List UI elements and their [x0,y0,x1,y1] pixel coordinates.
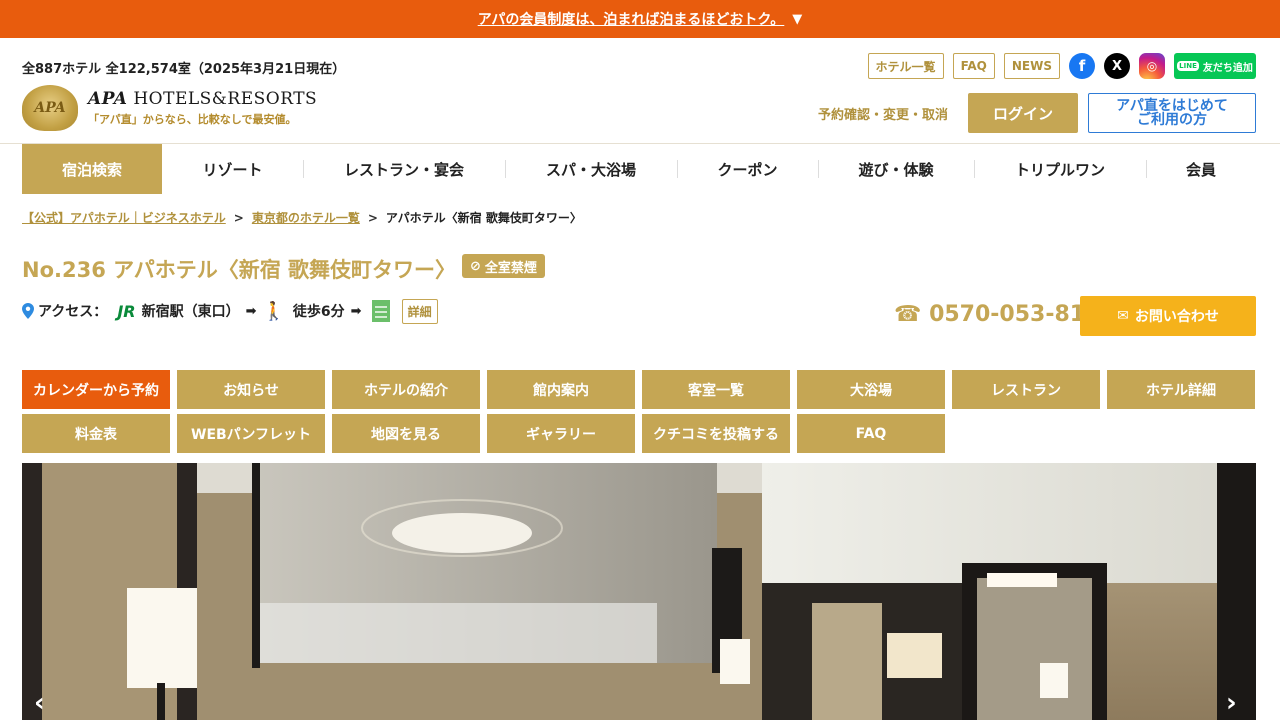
nav-stay-search[interactable]: 宿泊検索 [22,144,162,194]
tab-news[interactable]: お知らせ [177,370,325,409]
phone-number[interactable]: ☎ 0570-053-811 [894,302,1100,327]
contact-label: お問い合わせ [1134,309,1219,325]
triangle-down-icon: ▼ [792,11,803,27]
no-smoking-label: 全室禁煙 [484,260,537,276]
nav-member[interactable]: 会員 [1146,144,1256,194]
member-banner[interactable]: アパの会員制度は、泊まれば泊まるほどおトク。 ▼ [0,0,1280,38]
apa-emblem-icon: APA [22,85,78,131]
tab-web-pamphlet[interactable]: WEBパンフレット [177,414,325,453]
reservation-link[interactable]: 予約確認・変更・取消 [818,104,948,123]
hotel-list-link[interactable]: ホテル一覧 [867,53,944,79]
page-title: No.236 アパホテル〈新宿 歌舞伎町タワー〉 [22,258,457,282]
x-icon[interactable]: X [1104,53,1130,79]
nav-coupon[interactable]: クーポン [677,144,818,194]
jr-logo-icon: JR [117,301,136,321]
faq-link[interactable]: FAQ [952,53,995,79]
tab-gallery[interactable]: ギャラリー [487,414,635,453]
brand-tagline: 「アパ直」からなら、比較なしで最安値。 [88,113,297,126]
nav-spa[interactable]: スパ・大浴場 [505,144,677,194]
access-detail-button[interactable]: 詳細 [401,298,438,324]
breadcrumb-sep: > [233,210,244,225]
breadcrumb-sep: > [367,210,378,225]
tab-hotel-intro[interactable]: ホテルの紹介 [332,370,480,409]
tab-rooms[interactable]: 客室一覧 [642,370,790,409]
facebook-icon[interactable]: f [1069,53,1095,79]
line-add-friend-button[interactable]: LINE 友だち追加 [1174,53,1256,79]
tab-restaurant[interactable]: レストラン [952,370,1100,409]
carousel-next-icon[interactable]: › [1226,688,1237,718]
tab-faq[interactable]: FAQ [797,414,945,453]
hotel-tabs: カレンダーから予約 お知らせ ホテルの紹介 館内案内 客室一覧 大浴場 レストラ… [22,370,1258,453]
banner-text[interactable]: アパの会員制度は、泊まれば泊まるほどおトク。 [478,9,785,29]
nav-restaurant[interactable]: レストラン・宴会 [303,144,505,194]
nav-activities[interactable]: 遊び・体験 [818,144,974,194]
breadcrumb: 【公式】アパホテル｜ビジネスホテル > 東京都のホテル一覧 > アパホテル〈新宿… [22,209,582,226]
arrow-right-icon: ➡ [245,303,257,319]
walk-time: 徒歩6分 [292,304,345,320]
room-photo-illustration [22,463,1256,720]
no-smoking-badge: ⊘ 全室禁煙 [462,254,545,278]
access-label: アクセス： [38,304,108,320]
header-links: ホテル一覧 FAQ NEWS f X ◎ LINE 友だち追加 [867,53,1256,79]
station-name: 新宿駅（東口） [141,304,240,320]
breadcrumb-area[interactable]: 東京都のホテル一覧 [252,209,360,226]
nav-resort[interactable]: リゾート [162,144,303,194]
tab-post-review[interactable]: クチコミを投稿する [642,414,790,453]
instagram-icon[interactable]: ◎ [1139,53,1165,79]
contact-button[interactable]: ✉ お問い合わせ [1080,296,1256,336]
news-link[interactable]: NEWS [1003,53,1060,79]
access-info: アクセス： JR 新宿駅（東口） ➡ 🚶 徒歩6分 ➡ 詳細 [22,298,438,324]
first-time-button[interactable]: アパ直をはじめて ご利用の方 [1088,93,1256,133]
walking-person-icon: 🚶 [262,300,285,322]
room-photo [22,463,1256,720]
tab-bath[interactable]: 大浴場 [797,370,945,409]
breadcrumb-current: アパホテル〈新宿 歌舞伎町タワー〉 [385,211,582,225]
breadcrumb-home[interactable]: 【公式】アパホテル｜ビジネスホテル [22,209,226,226]
line-label: 友だち追加 [1202,62,1253,74]
login-button[interactable]: ログイン [968,93,1078,133]
carousel-prev-icon[interactable]: ‹ [34,688,45,718]
building-icon [371,300,390,322]
nav-triple-one[interactable]: トリプルワン [974,144,1146,194]
first-time-line1: アパ直をはじめて [1116,98,1228,114]
no-smoking-icon: ⊘ [470,258,481,274]
map-pin-icon [22,303,34,319]
tab-map[interactable]: 地図を見る [332,414,480,453]
hotel-stats: 全887ホテル 全122,574室（2025年3月21日現在） [22,62,346,77]
tab-hotel-details[interactable]: ホテル詳細 [1107,370,1255,409]
header-account: 予約確認・変更・取消 ログイン アパ直をはじめて ご利用の方 [818,93,1256,133]
tab-calendar-booking[interactable]: カレンダーから予約 [22,370,170,409]
first-time-line2: ご利用の方 [1137,112,1207,128]
site-logo[interactable]: APA APA HOTELS&RESORTS 「アパ直」からなら、比較なしで最安… [22,84,322,132]
arrow-right-icon: ➡ [350,303,362,319]
line-icon: LINE [1177,61,1199,71]
tab-rates[interactable]: 料金表 [22,414,170,453]
brand-name: APA HOTELS&RESORTS [88,89,318,109]
tab-facility-guide[interactable]: 館内案内 [487,370,635,409]
mail-icon: ✉ [1117,308,1129,324]
global-nav: 宿泊検索 リゾート レストラン・宴会 スパ・大浴場 クーポン 遊び・体験 トリプ… [22,144,1258,194]
